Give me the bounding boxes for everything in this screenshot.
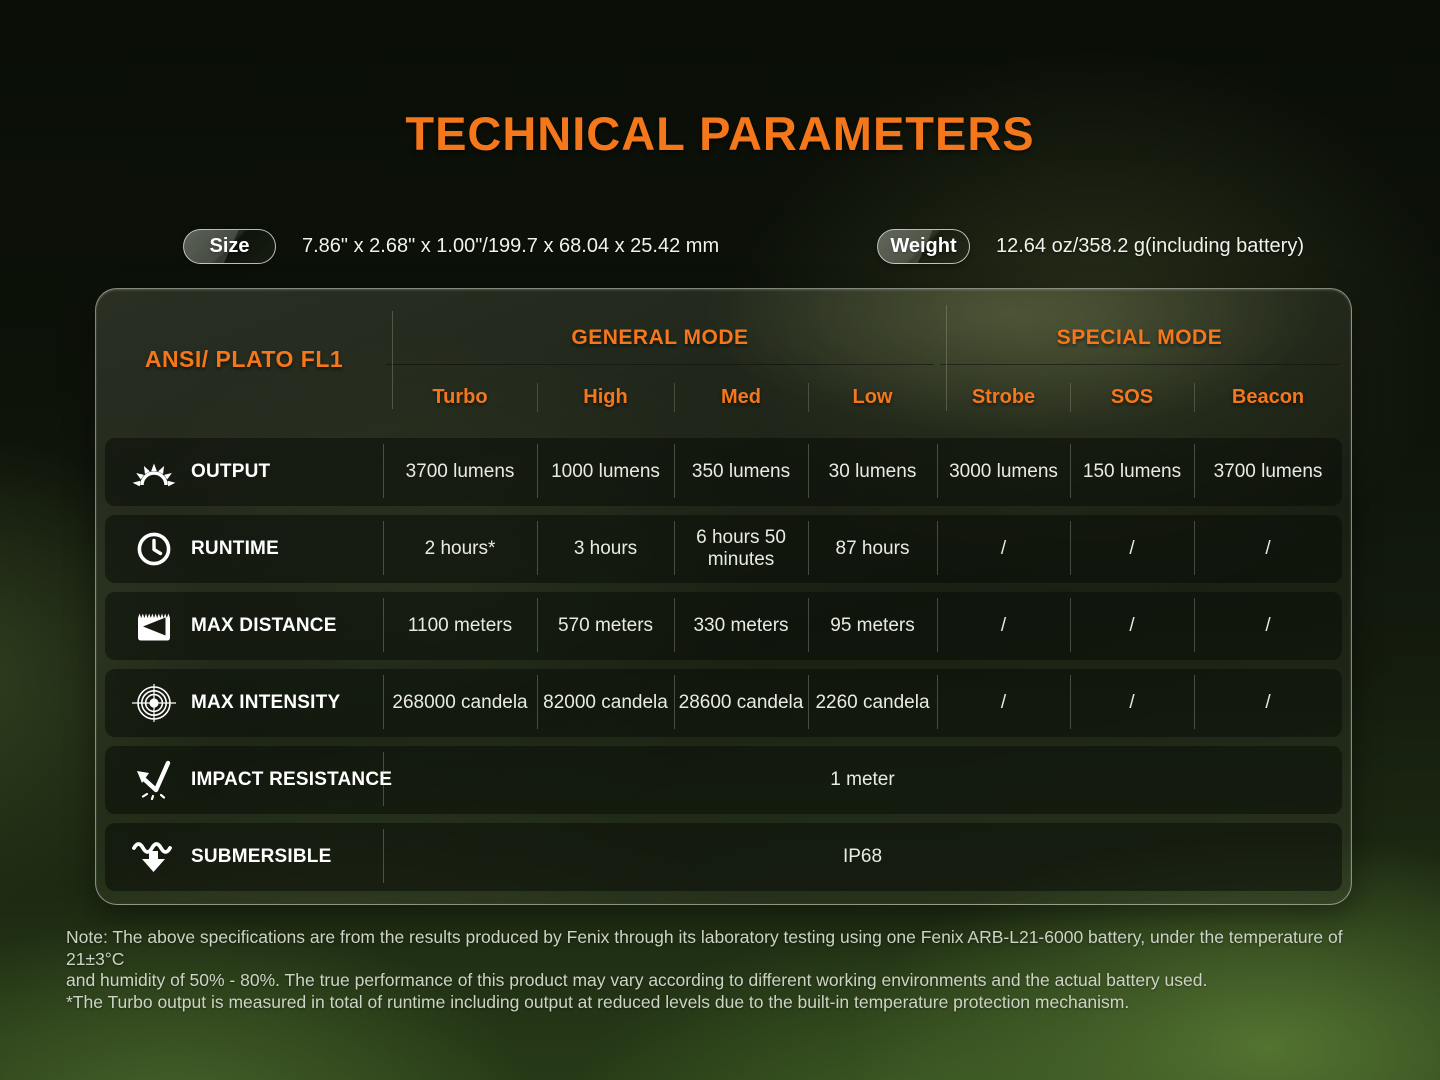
page-title: TECHNICAL PARAMETERS	[0, 106, 1440, 161]
size-value: 7.86" x 2.68" x 1.00"/199.7 x 68.04 x 25…	[302, 235, 719, 258]
value-cell: 3700 lumens	[1194, 438, 1342, 506]
impact-icon	[129, 760, 179, 800]
group-special-mode: SPECIAL MODE	[940, 289, 1339, 365]
header-divider	[392, 311, 393, 409]
row-label-output: OUTPUT	[105, 454, 383, 490]
weight-pill-label: Weight	[890, 235, 956, 258]
submersible-icon	[129, 838, 179, 876]
table-row-runtime: RUNTIME 2 hours* 3 hours 6 hours 50 minu…	[105, 515, 1342, 583]
size-pill: Size	[183, 229, 276, 264]
row-title: OUTPUT	[191, 461, 270, 483]
value-cell: 28600 candela	[674, 669, 808, 737]
column-header-med: Med	[674, 365, 808, 429]
target-icon	[129, 683, 179, 723]
row-title: RUNTIME	[191, 538, 279, 560]
value-cell: 150 lumens	[1070, 438, 1194, 506]
value-cell: 87 hours	[808, 515, 937, 583]
column-header-sos: SOS	[1070, 365, 1194, 429]
header-divider	[946, 305, 947, 411]
value-cell: /	[937, 515, 1070, 583]
value-cell: 2 hours*	[383, 515, 537, 583]
value-cell: 1000 lumens	[537, 438, 674, 506]
group-general-mode: GENERAL MODE	[386, 289, 934, 365]
column-header-beacon: Beacon	[1194, 365, 1342, 429]
value-cell: 3 hours	[537, 515, 674, 583]
value-cell: 3000 lumens	[937, 438, 1070, 506]
size-spec: Size 7.86" x 2.68" x 1.00"/199.7 x 68.04…	[183, 228, 719, 264]
value-cell: /	[1070, 669, 1194, 737]
column-header-strobe: Strobe	[937, 365, 1070, 429]
value-cell: 570 meters	[537, 592, 674, 660]
column-header-turbo: Turbo	[383, 365, 537, 429]
spec-table-panel: ANSI/ PLATO FL1 GENERAL MODE SPECIAL MOD…	[95, 288, 1352, 905]
size-pill-label: Size	[209, 235, 249, 258]
value-cell: /	[937, 669, 1070, 737]
value-cell: 330 meters	[674, 592, 808, 660]
value-cell: /	[937, 592, 1070, 660]
value-cell: 2260 candela	[808, 669, 937, 737]
row-title: MAX INTENSITY	[191, 692, 340, 714]
row-label-submersible: SUBMERSIBLE	[105, 838, 383, 876]
value-cell: /	[1194, 669, 1342, 737]
value-cell: /	[1194, 592, 1342, 660]
row-label-max-intensity: MAX INTENSITY	[105, 683, 383, 723]
value-cell: /	[1194, 515, 1342, 583]
value-cell: 6 hours 50 minutes	[674, 515, 808, 583]
table-row-output: OUTPUT 3700 lumens 1000 lumens 350 lumen…	[105, 438, 1342, 506]
clock-icon	[129, 529, 179, 569]
row-title: IMPACT RESISTANCE	[191, 769, 392, 791]
row-label-impact-resistance: IMPACT RESISTANCE	[105, 760, 383, 800]
row-title: MAX DISTANCE	[191, 615, 337, 637]
value-cell: 30 lumens	[808, 438, 937, 506]
column-header-high: High	[537, 365, 674, 429]
table-row-max-distance: MAX DISTANCE 1100 meters 570 meters 330 …	[105, 592, 1342, 660]
value-cell: 268000 candela	[383, 669, 537, 737]
value-cell: 95 meters	[808, 592, 937, 660]
value-cell: IP68	[383, 823, 1342, 891]
row-title: SUBMERSIBLE	[191, 846, 332, 868]
value-cell: 1100 meters	[383, 592, 537, 660]
table-row-max-intensity: MAX INTENSITY 268000 candela 82000 cande…	[105, 669, 1342, 737]
table-header: ANSI/ PLATO FL1 GENERAL MODE SPECIAL MOD…	[105, 289, 1342, 429]
weight-value: 12.64 oz/358.2 g(including battery)	[996, 235, 1304, 258]
value-cell: /	[1070, 515, 1194, 583]
sun-icon	[129, 454, 179, 490]
row-label-runtime: RUNTIME	[105, 529, 383, 569]
value-cell: /	[1070, 592, 1194, 660]
corner-label: ANSI/ PLATO FL1	[105, 289, 383, 429]
column-header-low: Low	[808, 365, 937, 429]
value-cell: 350 lumens	[674, 438, 808, 506]
row-label-max-distance: MAX DISTANCE	[105, 609, 383, 643]
footnote: Note: The above specifications are from …	[66, 927, 1396, 1013]
value-cell: 82000 candela	[537, 669, 674, 737]
table-row-impact-resistance: IMPACT RESISTANCE 1 meter	[105, 746, 1342, 814]
value-cell: 3700 lumens	[383, 438, 537, 506]
value-cell: 1 meter	[383, 746, 1342, 814]
beam-icon	[129, 609, 179, 643]
weight-spec: Weight 12.64 oz/358.2 g(including batter…	[877, 228, 1304, 264]
table-row-submersible: SUBMERSIBLE IP68	[105, 823, 1342, 891]
weight-pill: Weight	[877, 229, 970, 264]
